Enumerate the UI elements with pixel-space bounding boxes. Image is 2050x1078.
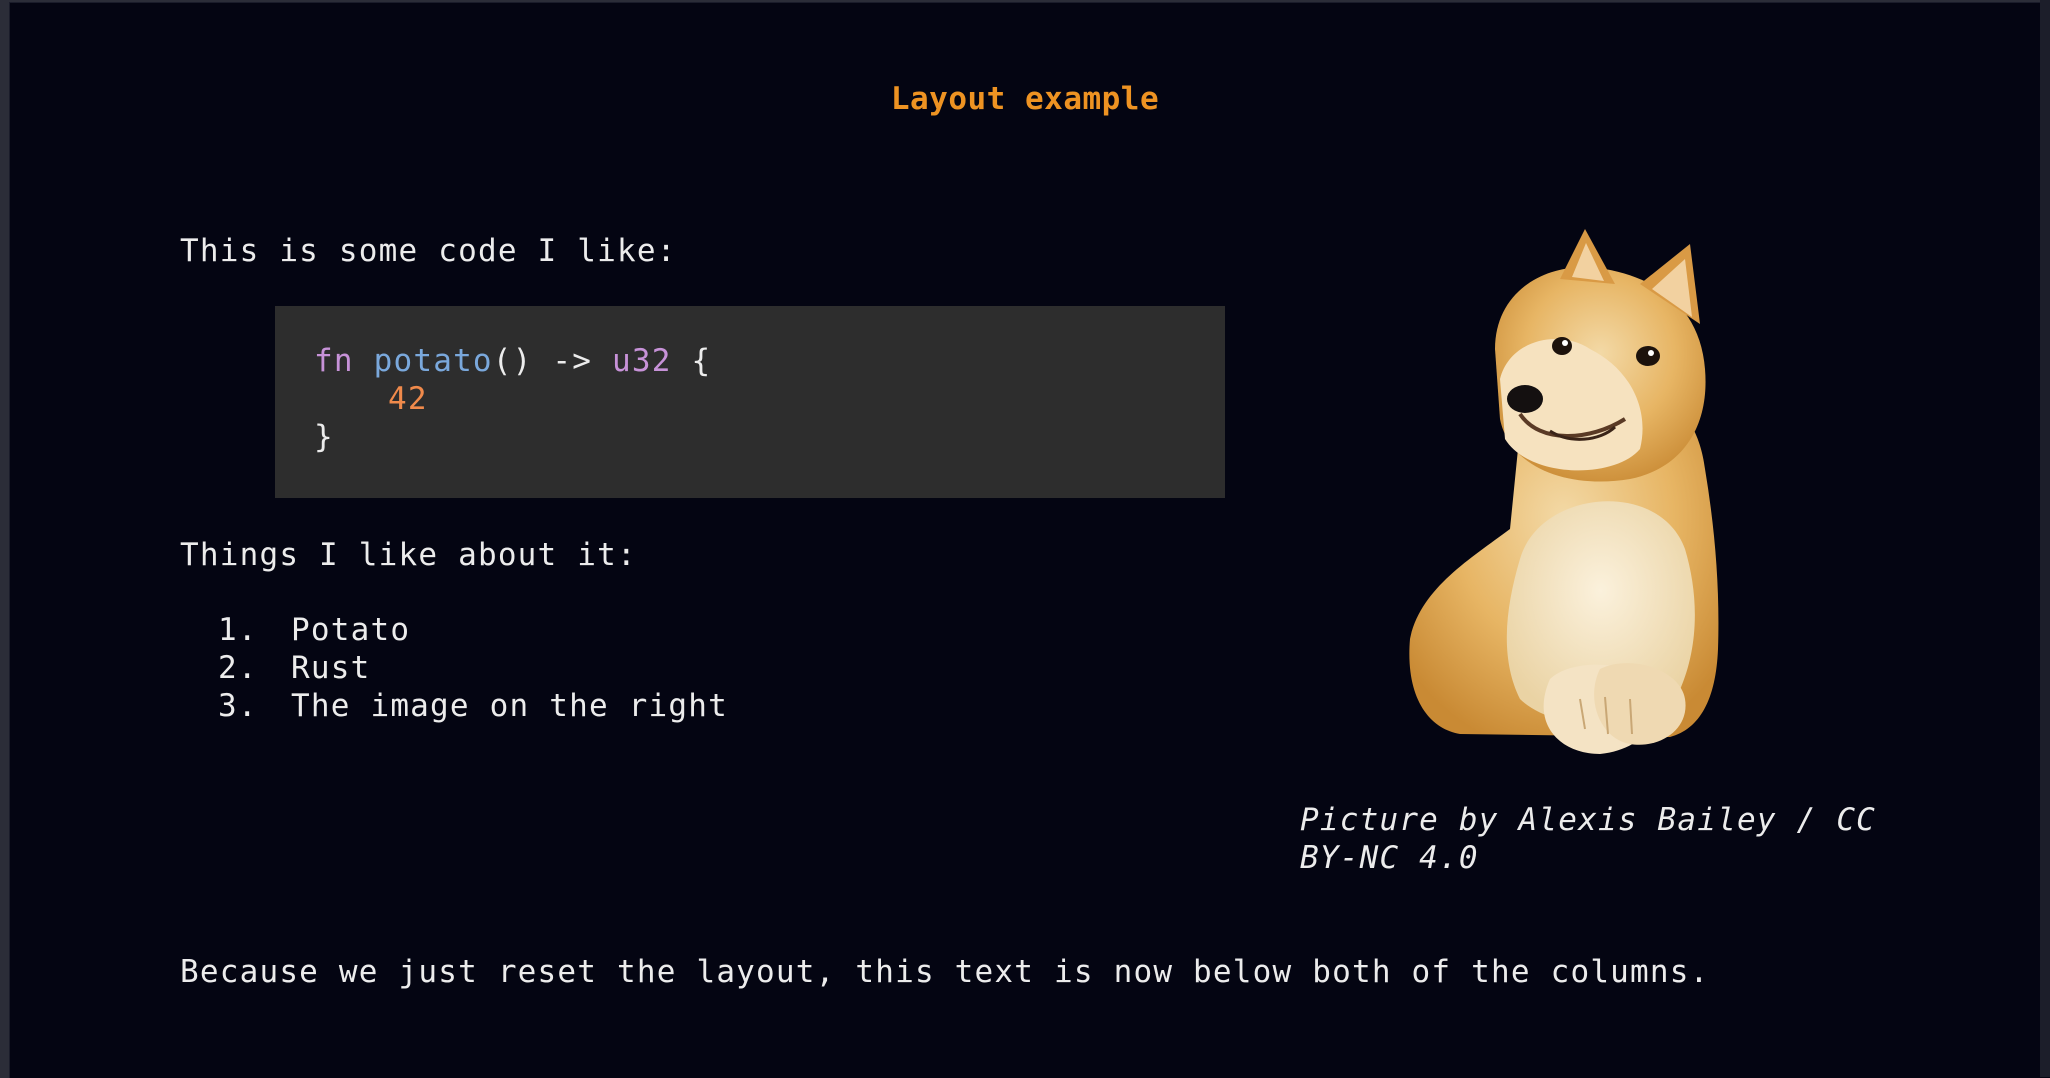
code-line-1: fn potato() -> u32 { — [314, 342, 711, 380]
caption-line-1: Picture by Alexis Bailey / CC — [1300, 802, 1877, 838]
presentation-slide: Layout example This is some code I like:… — [9, 2, 2050, 1078]
code-function-name: potato — [373, 343, 493, 379]
footer-text: Because we just reset the layout, this t… — [180, 954, 1710, 990]
image-caption: Picture by Alexis Bailey / CC BY-NC 4.0 — [1300, 801, 1900, 877]
list-item-label: Rust — [291, 650, 371, 686]
list-item-number: 1. — [218, 612, 258, 648]
slide-title: Layout example — [890, 81, 1160, 117]
code-line-2: 42 — [388, 380, 428, 418]
intro-text: This is some code I like: — [180, 233, 677, 269]
code-line-3: } — [314, 419, 334, 455]
code-arrow: -> — [532, 343, 612, 379]
list-item: 3. The image on the right — [218, 687, 728, 725]
code-block: fn potato() -> u32 { 42 } — [275, 306, 1225, 498]
ordered-list: 1. Potato 2. Rust 3. The image on the right — [218, 611, 728, 725]
shiba-dog-illustration — [1409, 229, 1719, 754]
list-item-number: 3. — [218, 688, 258, 724]
caption-line-2: BY-NC 4.0 — [1300, 840, 1479, 876]
list-item-number: 2. — [218, 650, 258, 686]
code-parens: () — [492, 343, 533, 379]
code-open-brace: { — [671, 343, 712, 379]
list-item: 2. Rust — [218, 649, 728, 687]
doge-image — [1400, 229, 1800, 761]
code-return-type: u32 — [612, 343, 672, 379]
code-keyword: fn — [314, 343, 354, 379]
code-number: 42 — [388, 381, 428, 417]
list-item: 1. Potato — [218, 611, 728, 649]
window-edge — [2040, 0, 2050, 1077]
list-item-label: The image on the right — [291, 688, 728, 724]
list-item-label: Potato — [291, 612, 411, 648]
things-heading: Things I like about it: — [180, 537, 637, 573]
